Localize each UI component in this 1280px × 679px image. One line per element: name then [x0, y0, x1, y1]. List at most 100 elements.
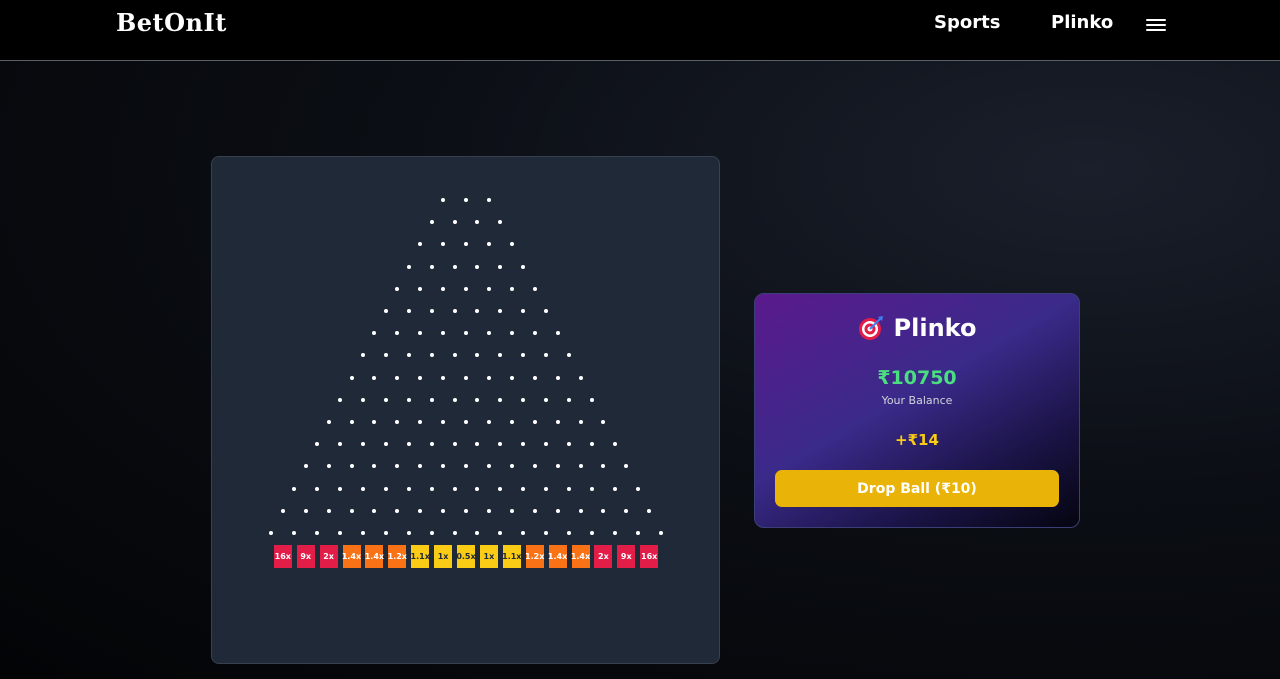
- panel-title: Plinko: [755, 314, 1079, 342]
- peg: [452, 264, 457, 269]
- peg: [464, 286, 468, 291]
- peg: [509, 375, 514, 380]
- peg: [395, 331, 400, 336]
- peg: [521, 442, 526, 447]
- nav-link-plinko[interactable]: Plinko: [1051, 12, 1113, 33]
- multiplier-slot: 1.2x: [388, 545, 407, 568]
- peg: [338, 531, 343, 535]
- peg: [406, 397, 411, 402]
- peg: [567, 397, 572, 402]
- peg: [464, 242, 468, 247]
- peg: [601, 464, 606, 469]
- peg: [498, 397, 503, 402]
- peg: [578, 464, 583, 469]
- peg: [395, 508, 400, 513]
- peg: [349, 375, 354, 380]
- peg: [589, 531, 594, 535]
- plinko-board: 16x 9x 2x 1.4x 1.4x 1.2x 1.1x 1x 0.5x 1x 1.1x 1.2x 1…: [211, 156, 720, 664]
- peg: [383, 442, 388, 447]
- peg: [555, 420, 560, 424]
- peg: [544, 397, 549, 402]
- peg: [418, 375, 423, 380]
- peg: [383, 531, 388, 535]
- multiplier-slot: 1.2x: [525, 545, 544, 568]
- peg: [395, 286, 400, 291]
- peg: [601, 508, 606, 513]
- peg: [429, 442, 434, 447]
- peg: [280, 508, 285, 513]
- target-dart-icon: [858, 315, 884, 341]
- drop-ball-button[interactable]: Drop Ball (₹10): [775, 470, 1059, 507]
- plinko-control-panel: Plinko ₹10750 Your Balance +₹14 Drop Bal…: [754, 293, 1080, 528]
- peg: [578, 375, 583, 380]
- peg: [475, 264, 480, 269]
- peg: [486, 331, 491, 336]
- peg: [360, 397, 365, 402]
- peg: [418, 242, 423, 247]
- peg: [303, 464, 308, 469]
- peg: [360, 442, 365, 447]
- multiplier-slot: 9x: [617, 545, 636, 568]
- peg: [475, 353, 480, 358]
- multiplier-slot: 16x: [640, 545, 659, 568]
- peg: [635, 531, 640, 535]
- peg: [498, 531, 503, 535]
- peg: [464, 420, 468, 424]
- peg: [486, 375, 491, 380]
- peg: [601, 420, 606, 424]
- peg: [509, 286, 514, 291]
- peg: [349, 464, 354, 469]
- peg: [418, 286, 423, 291]
- peg: [452, 353, 457, 358]
- peg: [555, 375, 560, 380]
- peg: [441, 508, 446, 513]
- peg: [486, 242, 491, 247]
- peg: [429, 220, 434, 225]
- peg: [544, 486, 549, 491]
- peg: [624, 508, 629, 513]
- peg: [303, 508, 308, 513]
- peg: [464, 508, 468, 513]
- peg: [452, 220, 457, 225]
- peg: [452, 531, 457, 535]
- peg: [452, 486, 457, 491]
- peg: [475, 486, 480, 491]
- peg: [338, 486, 343, 491]
- peg: [452, 442, 457, 447]
- peg: [486, 464, 491, 469]
- peg: [532, 331, 537, 336]
- hamburger-menu-icon[interactable]: [1146, 17, 1166, 33]
- peg: [429, 486, 434, 491]
- multiplier-slot: 1x: [479, 545, 498, 568]
- peg: [624, 464, 629, 469]
- multiplier-slot: 2x: [594, 545, 613, 568]
- peg: [326, 464, 331, 469]
- peg: [429, 531, 434, 535]
- brand-logo[interactable]: BetOnIt: [116, 8, 227, 37]
- nav-link-sports[interactable]: Sports: [934, 12, 1000, 33]
- peg: [567, 442, 572, 447]
- peg: [395, 420, 400, 424]
- peg: [372, 331, 377, 336]
- peg: [589, 442, 594, 447]
- peg: [429, 397, 434, 402]
- peg: [372, 375, 377, 380]
- peg: [441, 286, 446, 291]
- peg: [383, 486, 388, 491]
- peg: [429, 353, 434, 358]
- peg: [532, 464, 537, 469]
- multiplier-slot: 1.1x: [411, 545, 430, 568]
- peg: [464, 464, 468, 469]
- peg: [498, 353, 503, 358]
- peg: [532, 420, 537, 424]
- peg: [486, 198, 491, 202]
- peg: [555, 331, 560, 336]
- multiplier-slot: 1.4x: [571, 545, 590, 568]
- peg: [464, 375, 468, 380]
- peg: [509, 242, 514, 247]
- multiplier-slot: 16x: [273, 545, 292, 568]
- peg: [441, 331, 446, 336]
- peg: [509, 464, 514, 469]
- peg: [475, 220, 480, 225]
- peg: [509, 508, 514, 513]
